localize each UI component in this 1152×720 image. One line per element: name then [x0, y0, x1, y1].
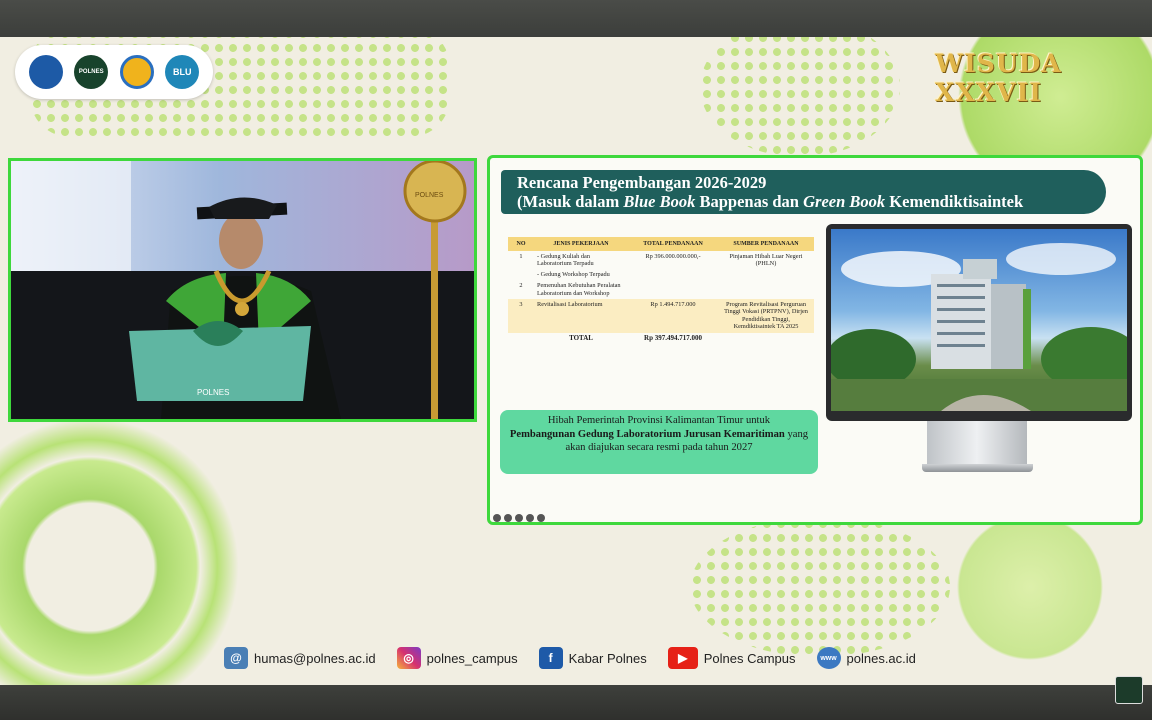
dot-pattern-decoration-right	[700, 37, 900, 157]
slide-title-line1: Rencana Pengembangan 2026-2029	[517, 173, 767, 192]
footer-email: @ humas@polnes.ac.id	[224, 647, 376, 669]
kemendikti-logo	[28, 55, 63, 89]
grid-icon[interactable]	[515, 514, 523, 522]
table-row: 1 - Gedung Kuliah dan Laboratorium Terpa…	[519, 253, 803, 278]
building-render-image	[831, 229, 1127, 411]
pen-icon[interactable]	[504, 514, 512, 522]
slide-title: Rencana Pengembangan 2026-2029 (Masuk da…	[501, 170, 1106, 214]
table-row: 3 Revitalisasi Laboratorium Rp 1.494.717…	[508, 299, 814, 333]
polnes-logo: POLNES	[74, 55, 109, 89]
zoom-icon[interactable]	[526, 514, 534, 522]
col-total: TOTAL PENDANAAN	[628, 237, 718, 251]
footer-instagram: ◎ polnes_campus	[396, 647, 518, 669]
bottom-letterbox-bar	[0, 685, 1152, 720]
dot-pattern-decoration-bottom	[690, 517, 950, 657]
menuju-blu-logo: BLU	[165, 55, 200, 89]
col-sumber: SUMBER PENDANAAN	[718, 237, 814, 251]
monitor-frame	[826, 224, 1132, 421]
speaker-video: POLNES POLNES	[8, 158, 477, 422]
top-letterbox-bar	[0, 0, 1152, 37]
green-swirl-decoration	[0, 417, 240, 685]
instagram-icon: ◎	[396, 647, 421, 669]
next-slide-icon[interactable]	[537, 514, 545, 522]
col-jenis: JENIS PEKERJAAN	[534, 237, 628, 251]
event-title: WISUDA XXXVII	[935, 49, 1062, 107]
monitor-base	[922, 464, 1033, 472]
email-icon: @	[224, 647, 248, 669]
institution-logos: POLNES BLU	[15, 45, 213, 99]
footer-website: www polnes.ac.id	[816, 647, 916, 669]
funding-table-header: NO JENIS PEKERJAAN TOTAL PENDANAAN SUMBE…	[508, 237, 814, 251]
youtube-icon: ▶	[667, 647, 698, 669]
footer-youtube: ▶ Polnes Campus	[667, 647, 796, 669]
building-render	[831, 243, 1127, 411]
green-circle-decoration-bottom	[930, 507, 1130, 667]
speaker-video-scene: POLNES POLNES	[11, 161, 474, 419]
table-row: 2 Pemenuhan Kebutuhan Peralatan Laborato…	[519, 282, 621, 297]
mace-label: POLNES	[415, 192, 444, 199]
broadcast-stage: POLNES BLU WISUDA XXXVII POLNES POLNES R…	[0, 37, 1152, 685]
podium-label: POLNES	[197, 388, 229, 397]
col-no: NO	[508, 237, 534, 251]
monitor-stand	[927, 421, 1027, 465]
slide-controls[interactable]	[493, 514, 545, 522]
hibah-callout: Hibah Pemerintah Provinsi Kalimantan Tim…	[500, 410, 818, 474]
presentation-slide: Rencana Pengembangan 2026-2029 (Masuk da…	[487, 155, 1143, 525]
table-total-row: TOTAL Rp 397.494.717.000	[569, 333, 702, 342]
prev-slide-icon[interactable]	[493, 514, 501, 522]
polnes-watermark-logo	[1115, 676, 1143, 704]
www-icon: www	[816, 647, 841, 669]
facebook-icon: f	[538, 647, 563, 669]
footer-facebook: f Kabar Polnes	[538, 647, 647, 669]
social-footer: @ humas@polnes.ac.id ◎ polnes_campus f K…	[224, 647, 937, 669]
blu-badge-logo	[119, 55, 154, 89]
slide-title-line2: (Masuk dalam Blue Book Bappenas dan Gree…	[517, 192, 1024, 211]
funding-table: NO JENIS PEKERJAAN TOTAL PENDANAAN SUMBE…	[508, 237, 814, 344]
